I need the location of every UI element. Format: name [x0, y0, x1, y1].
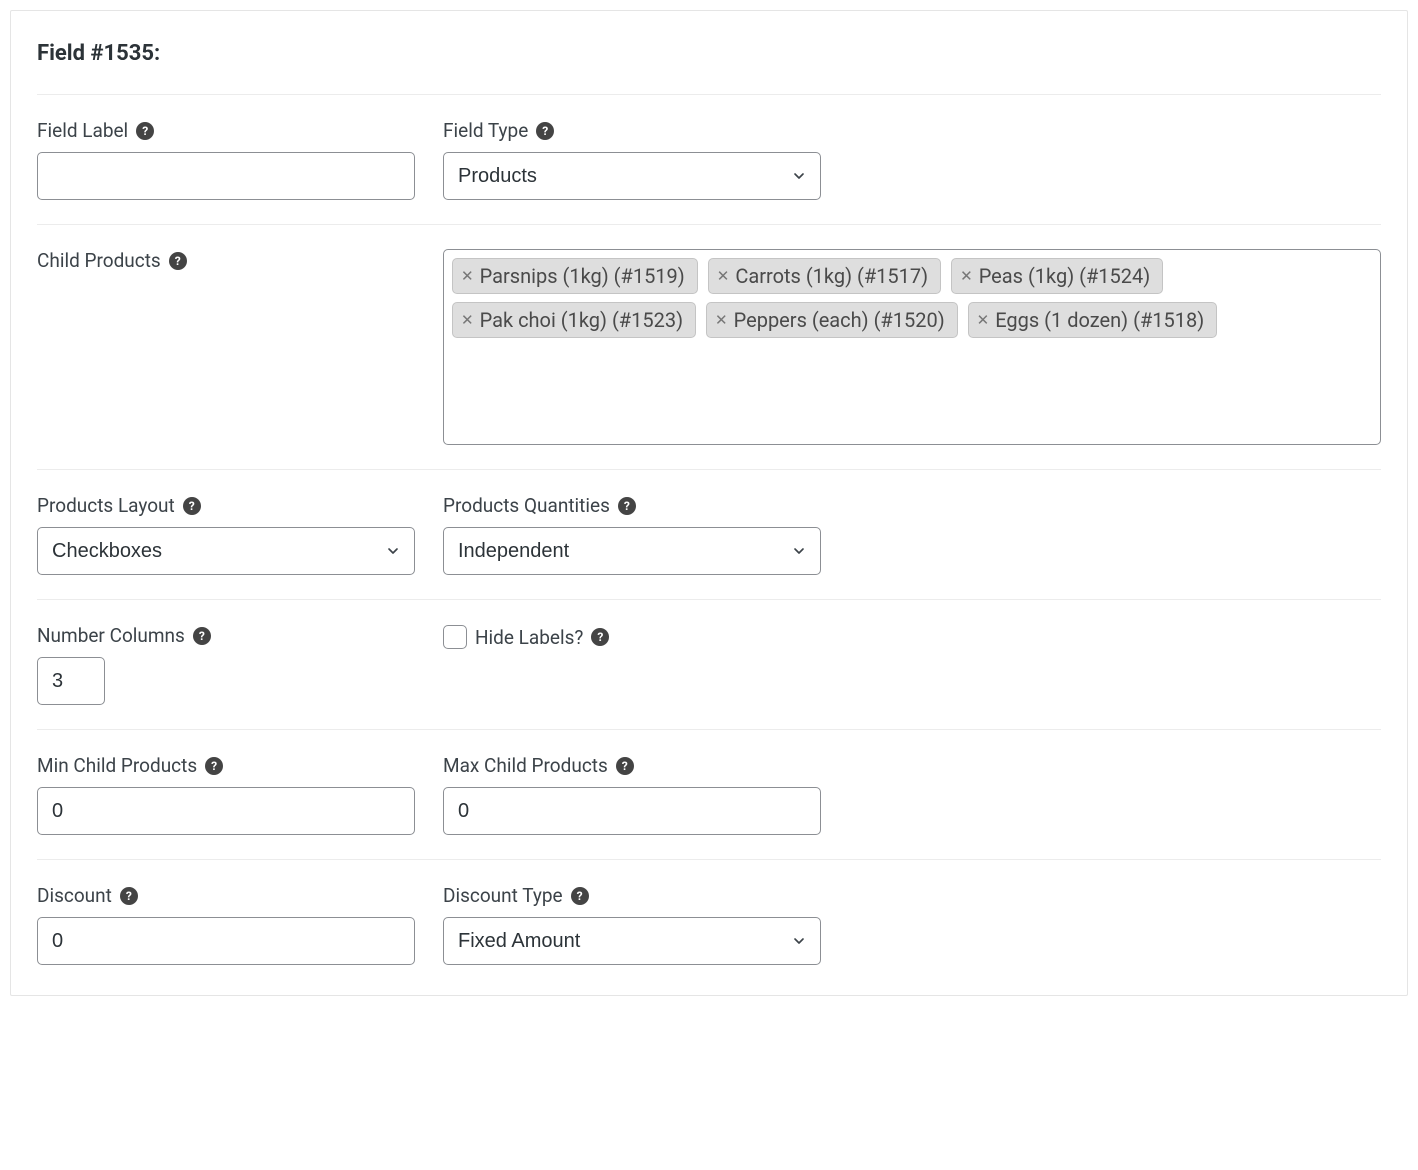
help-icon[interactable]: ? [536, 122, 554, 140]
max-child-products-heading: Max Child Products ? [443, 754, 821, 777]
child-product-tag-label: Pak choi (1kg) (#1523) [480, 308, 683, 332]
child-product-tag: ✕ Peas (1kg) (#1524) [951, 258, 1163, 294]
child-products-heading-col: Child Products ? [37, 249, 415, 272]
field-label-group: Field Label ? [37, 119, 415, 200]
close-icon[interactable]: ✕ [461, 313, 474, 328]
field-type-group: Field Type ? Products [443, 119, 821, 200]
discount-heading: Discount ? [37, 884, 415, 907]
child-product-tag-label: Parsnips (1kg) (#1519) [480, 264, 685, 288]
max-child-products-text: Max Child Products [443, 754, 608, 777]
child-product-tag: ✕ Eggs (1 dozen) (#1518) [968, 302, 1218, 338]
help-icon[interactable]: ? [183, 497, 201, 515]
help-icon[interactable]: ? [571, 887, 589, 905]
close-icon[interactable]: ✕ [717, 269, 730, 284]
help-icon[interactable]: ? [618, 497, 636, 515]
field-panel: Field #1535: Field Label ? Field Type ? … [10, 10, 1408, 996]
child-products-heading: Child Products ? [37, 249, 415, 272]
child-product-tag: ✕ Parsnips (1kg) (#1519) [452, 258, 698, 294]
row-columns-hidelabels: Number Columns ? Hide Labels? ? [37, 600, 1381, 730]
products-quantities-select[interactable]: Independent [443, 527, 821, 575]
hide-labels-checkbox[interactable] [443, 625, 467, 649]
hide-labels-group: Hide Labels? ? [443, 624, 821, 650]
products-layout-group: Products Layout ? Checkboxes [37, 494, 415, 575]
close-icon[interactable]: ✕ [960, 269, 973, 284]
help-icon[interactable]: ? [120, 887, 138, 905]
child-product-tag-label: Eggs (1 dozen) (#1518) [995, 308, 1204, 332]
number-columns-text: Number Columns [37, 624, 185, 647]
child-products-text: Child Products [37, 249, 161, 272]
min-child-products-group: Min Child Products ? [37, 754, 415, 835]
discount-text: Discount [37, 884, 112, 907]
panel-title: Field #1535: [37, 31, 1381, 95]
row-min-max: Min Child Products ? Max Child Products … [37, 730, 1381, 860]
hide-labels-row: Hide Labels? ? [443, 624, 821, 650]
child-product-tag: ✕ Pak choi (1kg) (#1523) [452, 302, 696, 338]
number-columns-heading: Number Columns ? [37, 624, 415, 647]
discount-type-select-wrap: Fixed Amount [443, 917, 821, 965]
close-icon[interactable]: ✕ [461, 269, 474, 284]
hide-labels-text: Hide Labels? [475, 626, 583, 649]
products-layout-select[interactable]: Checkboxes [37, 527, 415, 575]
products-layout-text: Products Layout [37, 494, 175, 517]
discount-type-select[interactable]: Fixed Amount [443, 917, 821, 965]
close-icon[interactable]: ✕ [977, 313, 990, 328]
field-label-heading: Field Label ? [37, 119, 415, 142]
min-child-products-input[interactable] [37, 787, 415, 835]
help-icon[interactable]: ? [205, 757, 223, 775]
field-label-text: Field Label [37, 119, 128, 142]
field-type-text: Field Type [443, 119, 528, 142]
discount-type-heading: Discount Type ? [443, 884, 821, 907]
min-child-products-heading: Min Child Products ? [37, 754, 415, 777]
discount-group: Discount ? [37, 884, 415, 965]
child-products-tagbox[interactable]: ✕ Parsnips (1kg) (#1519) ✕ Carrots (1kg)… [443, 249, 1381, 445]
child-product-tag-label: Carrots (1kg) (#1517) [735, 264, 928, 288]
products-layout-select-wrap: Checkboxes [37, 527, 415, 575]
help-icon[interactable]: ? [193, 627, 211, 645]
field-type-heading: Field Type ? [443, 119, 821, 142]
help-icon[interactable]: ? [591, 628, 609, 646]
max-child-products-input[interactable] [443, 787, 821, 835]
close-icon[interactable]: ✕ [715, 313, 728, 328]
row-discount: Discount ? Discount Type ? Fixed Amount [37, 860, 1381, 989]
products-quantities-select-wrap: Independent [443, 527, 821, 575]
child-product-tag: ✕ Carrots (1kg) (#1517) [708, 258, 941, 294]
products-quantities-heading: Products Quantities ? [443, 494, 821, 517]
field-label-input[interactable] [37, 152, 415, 200]
help-icon[interactable]: ? [136, 122, 154, 140]
child-product-tag-label: Peas (1kg) (#1524) [979, 264, 1151, 288]
discount-type-group: Discount Type ? Fixed Amount [443, 884, 821, 965]
help-icon[interactable]: ? [169, 252, 187, 270]
products-layout-heading: Products Layout ? [37, 494, 415, 517]
number-columns-input[interactable] [37, 657, 105, 705]
row-label-type: Field Label ? Field Type ? Products [37, 95, 1381, 225]
row-child-products: Child Products ? ✕ Parsnips (1kg) (#1519… [37, 225, 1381, 470]
products-quantities-text: Products Quantities [443, 494, 610, 517]
row-layout-quantities: Products Layout ? Checkboxes Products Qu… [37, 470, 1381, 600]
child-product-tag: ✕ Peppers (each) (#1520) [706, 302, 958, 338]
min-child-products-text: Min Child Products [37, 754, 197, 777]
products-quantities-group: Products Quantities ? Independent [443, 494, 821, 575]
field-type-select[interactable]: Products [443, 152, 821, 200]
field-type-select-wrap: Products [443, 152, 821, 200]
number-columns-group: Number Columns ? [37, 624, 415, 705]
max-child-products-group: Max Child Products ? [443, 754, 821, 835]
child-product-tag-label: Peppers (each) (#1520) [734, 308, 945, 332]
discount-input[interactable] [37, 917, 415, 965]
discount-type-text: Discount Type [443, 884, 563, 907]
help-icon[interactable]: ? [616, 757, 634, 775]
